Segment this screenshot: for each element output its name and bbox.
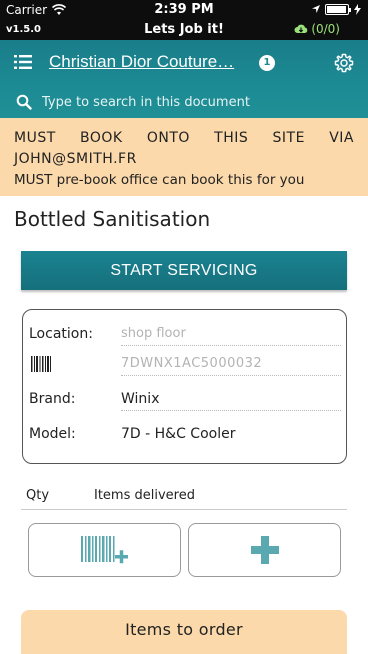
notice-word: VIA xyxy=(329,130,354,146)
equipment-details-card: Location: shop floor 7DWNX1AC5000032 Bra… xyxy=(22,309,347,464)
task-title: Bottled Sanitisation xyxy=(14,207,211,231)
qty-column-header: Qty xyxy=(26,488,50,503)
items-to-order-header: Items to order xyxy=(21,610,347,654)
notice-word: THIS xyxy=(214,130,249,146)
notice-word: ONTO xyxy=(146,130,190,146)
notice-line-3: MUST pre-book office can book this for y… xyxy=(14,172,305,188)
items-delivered-column-header: Items delivered xyxy=(94,488,195,503)
location-label: Location: xyxy=(29,326,93,342)
search-input[interactable] xyxy=(42,92,342,112)
start-servicing-button[interactable]: START SERVICING xyxy=(21,251,347,290)
search-icon xyxy=(16,94,32,110)
brand-label: Brand: xyxy=(29,391,76,407)
notice-line-2: JOHN@SMITH.FR xyxy=(14,151,137,167)
model-row: Model: 7D - H&C Cooler xyxy=(29,420,339,450)
items-delivered-header: Qty Items delivered xyxy=(21,488,347,510)
location-field[interactable]: shop floor xyxy=(121,320,341,346)
notice-line-1: MUST BOOK ONTO THIS SITE VIA xyxy=(14,128,354,149)
status-right-icons xyxy=(311,3,362,15)
scan-barcode-add-button[interactable] xyxy=(28,523,181,577)
add-item-button[interactable] xyxy=(188,523,341,577)
sync-status[interactable]: (0/0) xyxy=(294,22,340,36)
location-row: Location: shop floor xyxy=(29,320,341,350)
status-bar: Carrier 2:39 PM xyxy=(0,0,368,20)
charging-icon xyxy=(354,3,361,15)
notice-word: MUST xyxy=(14,130,56,146)
app-bar: v1.5.0 Lets Job it! (0/0) xyxy=(0,20,368,40)
model-value: 7D - H&C Cooler xyxy=(121,426,236,442)
gear-icon[interactable] xyxy=(334,53,354,73)
document-header: Christian Dior Couture… 1 xyxy=(0,40,368,118)
brand-value: Winix xyxy=(121,385,341,411)
plus-icon xyxy=(250,536,279,564)
cloud-download-icon xyxy=(294,24,308,33)
list-menu-icon[interactable] xyxy=(14,54,32,70)
notice-word: BOOK xyxy=(80,130,123,146)
search-bar xyxy=(0,90,368,116)
barcode-icon xyxy=(31,356,51,372)
brand-row: Brand: Winix xyxy=(29,385,341,415)
site-notice: MUST BOOK ONTO THIS SITE VIA JOHN@SMITH.… xyxy=(0,118,368,196)
battery-icon xyxy=(325,4,351,15)
document-title-link[interactable]: Christian Dior Couture… xyxy=(49,52,249,72)
notice-word: SITE xyxy=(272,130,305,146)
serial-number-field[interactable]: 7DWNX1AC5000032 xyxy=(121,350,341,376)
model-label: Model: xyxy=(29,426,76,442)
notification-badge[interactable]: 1 xyxy=(259,55,275,71)
sync-count: (0/0) xyxy=(311,22,340,36)
barcode-add-icon xyxy=(80,536,128,564)
location-arrow-icon xyxy=(312,5,320,13)
barcode-row: 7DWNX1AC5000032 xyxy=(29,350,341,380)
